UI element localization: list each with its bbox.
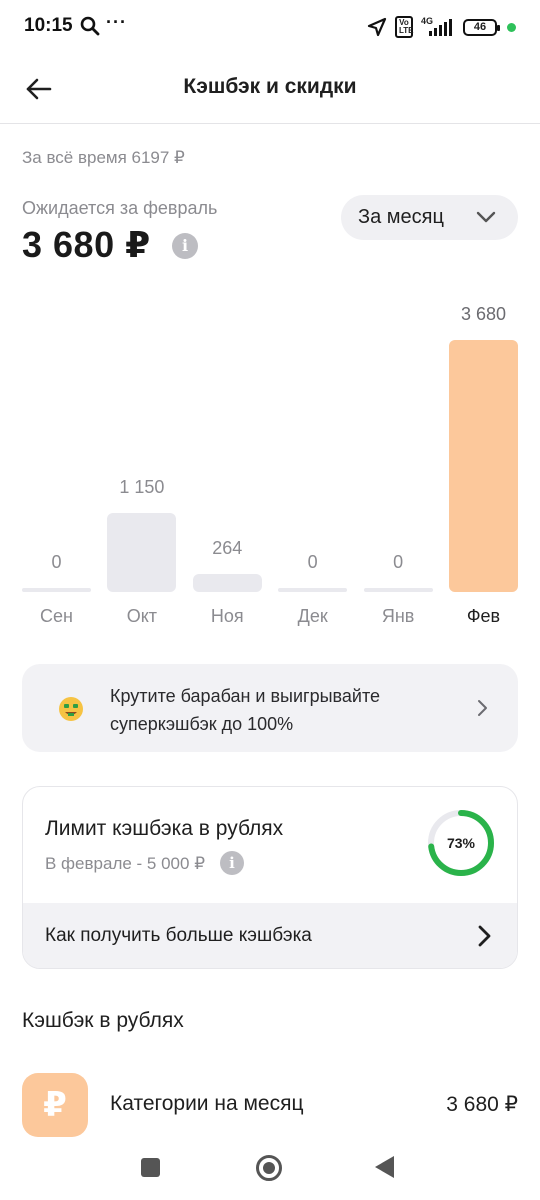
chevron-right-icon [478, 700, 487, 716]
category-amount: 3 680 ₽ [446, 1093, 518, 1116]
limit-progress-label: 73% [447, 835, 476, 851]
battery-icon: 46 [463, 18, 500, 36]
limit-info-icon[interactable]: i [220, 851, 244, 875]
more-cashback-link-label: Как получить больше кэшбэка [45, 925, 312, 946]
chart-bar [363, 588, 433, 592]
promo-banner[interactable]: Крутите барабан и выигрывайте суперкэшбэ… [22, 664, 518, 752]
chart-value-label: 0 [393, 552, 404, 572]
cashback-bar-chart: 0 Сен 1 150 Окт 264 Ноя 0 Дек 0 Янв 3 680 Фев [0, 290, 540, 640]
limit-subtitle: В феврале - 5 000 ₽ [45, 854, 206, 873]
chart-month-label: Дек [297, 606, 328, 626]
period-select[interactable]: За месяц [341, 195, 518, 240]
page-title: Кэшбэк и скидки [183, 75, 357, 98]
chart-bar [22, 588, 91, 592]
location-arrow-icon [367, 17, 387, 37]
chart-column-5[interactable]: 0 Янв [363, 290, 433, 640]
info-icon[interactable]: i [172, 233, 198, 259]
expected-amount: 3 680 ₽ [22, 224, 151, 265]
section-title: Кэшбэк в рублях [22, 1009, 184, 1032]
signal-icon: 4G [421, 16, 455, 38]
volte-icon: Vo LTE [395, 16, 414, 38]
status-bar: 10:15 ··· Vo LTE 4G 46 [0, 0, 540, 54]
home-button[interactable] [256, 1155, 282, 1181]
active-dot-icon [507, 22, 516, 32]
chart-bar [192, 574, 262, 592]
period-select-value: За месяц [358, 206, 444, 228]
limit-progress-ring: 73% [428, 810, 494, 876]
category-label: Категории на месяц [110, 1092, 304, 1115]
chart-month-label: Фев [466, 606, 501, 626]
app-header: Кэшбэк и скидки [0, 54, 540, 124]
chart-value-label: 264 [212, 538, 243, 558]
chart-value-label: 0 [51, 552, 62, 572]
chart-value-label: 0 [307, 552, 318, 572]
system-back-button[interactable] [375, 1156, 394, 1178]
expected-label: Ожидается за февраль [22, 198, 218, 218]
status-time: 10:15 [24, 15, 73, 36]
chart-column-2[interactable]: 1 150 Окт [107, 290, 177, 640]
system-nav-bar [0, 1137, 540, 1200]
status-indicators: Vo LTE 4G 46 [367, 14, 516, 40]
more-cashback-link[interactable]: Как получить больше кэшбэка [23, 903, 517, 968]
chart-column-6[interactable]: 3 680 Фев [449, 290, 518, 640]
promo-text: Крутите барабан и выигрывайте суперкэшбэ… [110, 686, 381, 734]
chart-value-label: 1 150 [119, 477, 165, 497]
chevron-right-icon [478, 925, 491, 947]
limit-title: Лимит кэшбэка в рублях [45, 817, 284, 840]
category-row[interactable]: ₽ Категории на месяц 3 680 ₽ [22, 1073, 518, 1137]
recents-button[interactable] [141, 1158, 160, 1177]
chart-column-1[interactable]: 0 Сен [22, 290, 91, 640]
chart-value-label: 3 680 [460, 304, 507, 324]
chart-month-label: Ноя [210, 606, 244, 626]
more-notifications-icon: ··· [106, 12, 127, 32]
chart-month-label: Окт [126, 606, 158, 626]
signal-bars [429, 19, 452, 36]
chart-month-label: Сен [40, 606, 73, 626]
chart-column-4[interactable]: 0 Дек [278, 290, 348, 640]
money-face-emoji-icon [59, 697, 83, 721]
cashback-limit-card: Лимит кэшбэка в рублях В феврале - 5 000… [22, 786, 518, 969]
chart-column-3[interactable]: 264 Ноя [192, 290, 262, 640]
chart-bar [449, 340, 518, 592]
chart-bar [278, 588, 348, 592]
ruble-icon: ₽ [22, 1073, 88, 1137]
chart-month-label: Янв [381, 606, 415, 626]
chevron-down-icon [476, 211, 496, 223]
search-icon [80, 16, 100, 36]
chart-bar [107, 513, 177, 592]
total-all-time: За всё время 6197 ₽ [22, 148, 185, 167]
